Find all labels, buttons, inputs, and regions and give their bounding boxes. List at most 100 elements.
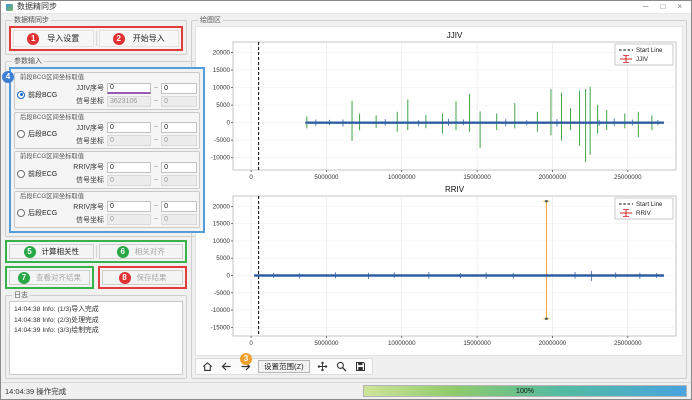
log-entry: 14:04:38 Info: (1/3)导入完成 [14,305,178,316]
section-title: 前段BCG区间坐标取值 [20,74,197,82]
svg-text:RRIV: RRIV [445,185,465,194]
view-align-result-button[interactable]: 7 查看对齐结果 [9,270,90,285]
jjiv-chart[interactable]: -10000-500005000100001500020000050000001… [197,29,681,183]
save-result-label: 保存结果 [137,272,167,283]
signal-coord-start-input[interactable] [107,214,151,225]
start-import-button[interactable]: 2 开始导入 [99,30,180,47]
radio-front-bcg[interactable]: 前段BCG [17,90,69,100]
svg-text:20000000: 20000000 [539,340,567,347]
radio-dot[interactable] [17,209,25,217]
svg-text:10000: 10000 [213,85,231,92]
radio-dot[interactable] [17,170,25,178]
field-label: 信号坐标 [71,96,104,106]
log-entry: 14:04:39 Info: (3/3)绘制完成 [14,326,178,337]
signal-coord-start-input[interactable] [107,96,151,107]
action-buttons: 5 计算相关性 6 相关对齐 7 查看对齐结果 [5,240,187,289]
params-group-label: 参数输入 [12,58,44,65]
save-result-annotation-box: 8 保存结果 [98,266,187,289]
signal-coord-start-input[interactable] [107,135,151,146]
signal-coord-end-input[interactable] [161,214,197,225]
set-range-button[interactable]: 设置范围(Z) [258,360,310,373]
field-label: JJIV序号 [71,83,104,93]
svg-text:Start Line: Start Line [636,47,663,54]
save-result-button[interactable]: 8 保存结果 [102,270,183,285]
svg-text:10000: 10000 [213,238,231,245]
log-group: 日志 14:04:38 Info: (1/3)导入完成 14:04:38 Inf… [5,292,187,379]
right-panel: 绘图区 -10000-50000500010000150002000005000… [191,17,687,379]
radio-rear-bcg[interactable]: 后段BCG [17,129,69,139]
radio-label[interactable]: 后段ECG [28,208,57,218]
radio-rear-ecg[interactable]: 后段ECG [17,208,69,218]
jjiv-index-end-input[interactable] [161,122,197,133]
svg-text:25000000: 25000000 [614,174,642,181]
signal-coord-end-input[interactable] [161,96,197,107]
svg-text:15000000: 15000000 [463,340,491,347]
zoom-icon[interactable] [335,360,348,373]
view-align-result-label: 查看对齐结果 [36,272,81,283]
svg-text:-15000: -15000 [211,324,231,331]
calc-correlation-label: 计算相关性 [42,246,80,257]
svg-text:15000: 15000 [213,221,231,228]
step-badge-5: 5 [24,246,36,258]
signal-coord-end-input[interactable] [161,175,197,186]
sync-group: 数据精同步 1 导入设置 2 开始导入 [5,17,187,55]
svg-text:0: 0 [227,120,231,127]
calc-correlation-button[interactable]: 5 计算相关性 [9,244,94,259]
param-section-rear-bcg: 后段BCG区间坐标取值 后段BCG JJIV序号 ~ [14,112,200,150]
close-button[interactable]: × [673,1,686,13]
status-message: 14:04:39 操作完成 [5,386,357,397]
step-badge-3: 3 [240,353,252,365]
range-tilde: ~ [154,98,158,105]
param-section-front-ecg: 前段ECG区间坐标取值 前段ECG RRIV序号 ~ [14,151,200,189]
range-tilde: ~ [154,137,158,144]
maximize-button[interactable]: □ [656,1,669,13]
log-entry: 14:04:38 Info: (2/3)处理完成 [14,316,178,327]
pan-icon[interactable] [316,360,329,373]
statusbar: 14:04:39 操作完成 100% [1,382,691,399]
signal-coord-start-input[interactable] [107,175,151,186]
minimize-button[interactable]: ─ [639,1,653,13]
field-label: RRIV序号 [71,162,104,172]
back-arrow-icon[interactable] [220,360,233,373]
jjiv-index-start-input[interactable] [107,83,151,94]
import-buttons-annotation-box: 1 导入设置 2 开始导入 [9,26,183,51]
rriv-index-start-input[interactable] [107,201,151,212]
import-settings-button[interactable]: 1 导入设置 [13,30,94,47]
figure-canvas[interactable]: -10000-500005000100001500020000050000001… [195,26,683,356]
correlation-align-label: 相关对齐 [135,246,165,257]
svg-text:20000000: 20000000 [539,174,567,181]
svg-text:-10000: -10000 [211,155,231,162]
jjiv-index-start-input[interactable] [107,122,151,133]
svg-text:20000: 20000 [213,50,231,57]
home-icon[interactable] [201,360,214,373]
left-panel: 数据精同步 1 导入设置 2 开始导入 参数输入 4 [5,17,187,379]
rriv-chart[interactable]: -15000-10000-500005000100001500020000050… [197,183,681,349]
step-badge-1: 1 [27,33,39,45]
field-label: 信号坐标 [71,215,104,225]
save-icon[interactable] [354,360,367,373]
rriv-index-start-input[interactable] [107,162,151,173]
button-divider [96,245,97,258]
field-label: RRIV序号 [71,202,104,212]
radio-front-ecg[interactable]: 前段ECG [17,169,69,179]
rriv-index-end-input[interactable] [161,201,197,212]
radio-dot[interactable] [17,130,25,138]
step-badge-8: 8 [119,272,131,284]
field-label: JJIV序号 [71,123,104,133]
svg-text:20000: 20000 [213,203,231,210]
correlation-align-button[interactable]: 6 相关对齐 [99,244,184,259]
radio-label[interactable]: 前段ECG [28,169,57,179]
svg-text:5000: 5000 [216,102,230,109]
window-title: 数据精同步 [17,3,635,11]
svg-text:5000: 5000 [216,255,230,262]
jjiv-index-end-input[interactable] [161,83,197,94]
range-tilde: ~ [154,177,158,184]
svg-text:25000000: 25000000 [614,340,642,347]
radio-label[interactable]: 后段BCG [28,129,57,139]
signal-coord-end-input[interactable] [161,135,197,146]
svg-text:5000000: 5000000 [314,340,339,347]
params-annotation-box: 4 前段BCG区间坐标取值 前段BCG JJIV序号 [9,67,205,233]
radio-dot[interactable] [17,91,25,99]
radio-label[interactable]: 前段BCG [28,90,57,100]
rriv-index-end-input[interactable] [161,162,197,173]
